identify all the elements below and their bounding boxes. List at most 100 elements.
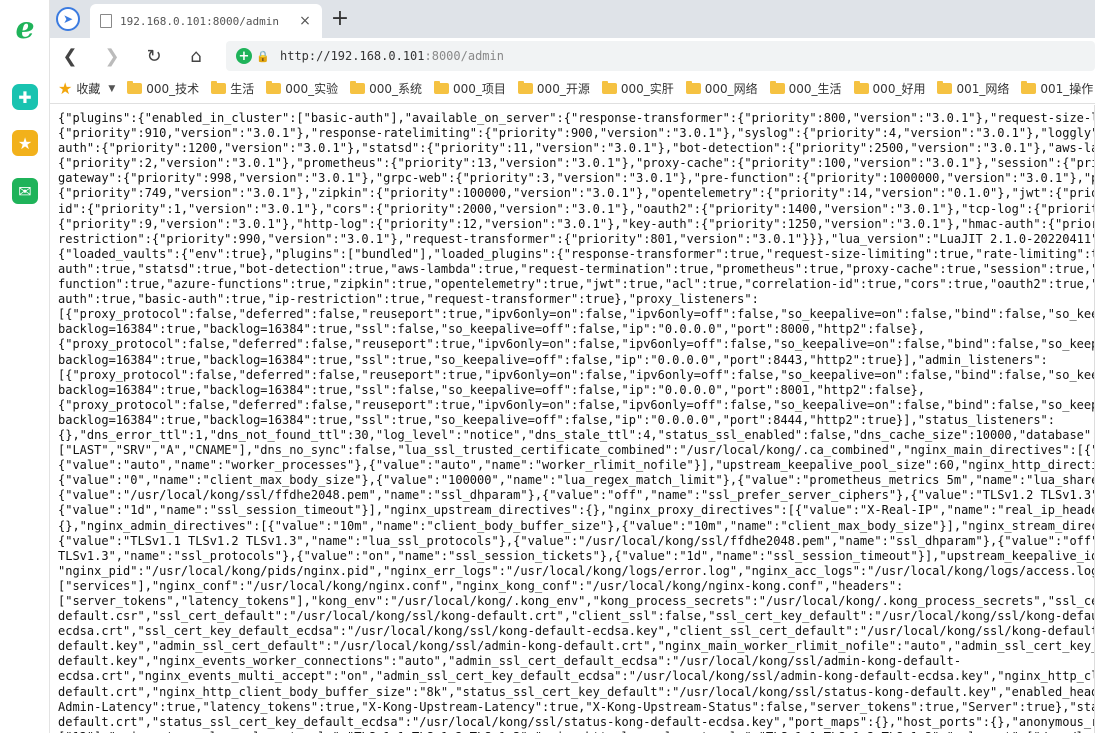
bookmark-label: 000_项目 xyxy=(453,82,506,96)
json-line: default.csr","ssl_cert_default":"/usr/lo… xyxy=(58,609,1095,624)
bookmark-folder[interactable]: 000_系统 xyxy=(350,78,422,100)
json-line: ["services"],"nginx_conf":"/usr/local/ko… xyxy=(58,578,904,593)
bookmark-label: 000_网络 xyxy=(704,82,758,96)
bookmark-label: 000_生活 xyxy=(788,82,842,96)
app-store-icon[interactable]: ✚ xyxy=(12,84,38,110)
json-line: {"value":"0","name":"client_max_body_siz… xyxy=(58,473,1095,488)
json-line: function":true,"azure-functions":true,"z… xyxy=(58,277,1095,292)
folder-icon xyxy=(350,81,366,94)
bookmark-label: 000_技术 xyxy=(146,82,200,96)
bookmark-folder[interactable]: 生活 xyxy=(211,78,254,100)
bookmark-folder[interactable]: 000_实肝 xyxy=(601,78,674,100)
bookmark-folder[interactable]: 000_好用 xyxy=(853,78,926,100)
json-line: {"proxy_protocol":false,"deferred":false… xyxy=(58,337,1095,352)
security-shield-icon[interactable]: + xyxy=(236,48,252,64)
tab-title: 192.168.0.101:8000/admin xyxy=(120,14,279,28)
folder-icon xyxy=(127,81,143,94)
back-button[interactable]: ❮ xyxy=(58,44,82,68)
url-host: http://192.168.0.101 xyxy=(280,49,425,63)
json-line: gateway":{"priority":998,"version":"3.0.… xyxy=(58,171,1095,186)
json-line: {"value":"TLSv1.1 TLSv1.2 TLSv1.3","name… xyxy=(58,533,1095,548)
url-path: :8000/admin xyxy=(424,49,504,63)
json-response-text: {"plugins":{"enabled_in_cluster":["basic… xyxy=(58,111,1095,733)
json-line: default.crt","nginx_http_client_body_buf… xyxy=(58,684,1095,699)
tab-active[interactable]: 192.168.0.101:8000/admin × xyxy=(90,4,322,38)
page-icon xyxy=(100,14,112,28)
json-line: ecdsa.crt","ssl_cert_key_default_ecdsa":… xyxy=(58,624,1095,639)
new-tab-button[interactable]: + xyxy=(328,6,352,31)
json-line: ["server_tokens","latency_tokens"],"kong… xyxy=(58,594,1095,608)
browser-logo-icon[interactable]: e xyxy=(11,11,39,46)
json-line: id":{"priority":1,"version":"3.0.1"},"co… xyxy=(58,201,1095,216)
bookmark-label: 000_好用 xyxy=(872,82,926,96)
json-line: {"proxy_protocol":false,"deferred":false… xyxy=(58,397,1095,412)
json-line: ["LAST","SRV","A","CNAME"],"dns_no_sync"… xyxy=(58,443,1095,458)
json-line: {"value":"1d","name":"ssl_session_timeou… xyxy=(58,503,1095,518)
json-line: [{"proxy_protocol":false,"deferred":fals… xyxy=(58,367,1095,382)
insecure-lock-icon[interactable]: 🔒 xyxy=(256,49,270,63)
folder-icon xyxy=(211,81,227,94)
bookmark-label: 000_实肝 xyxy=(620,82,674,96)
json-line: {"loaded_vaults":{"env":true},"plugins":… xyxy=(58,246,1095,261)
bookmarks-bar: ★ 收藏 ▼ 000_技术 生活 000_实验 000_系统 000_项目 000_开源 000_… xyxy=(50,74,1095,104)
bookmark-label: 000_系统 xyxy=(369,82,423,96)
folder-icon xyxy=(517,81,533,94)
bookmark-label: 000_开源 xyxy=(536,82,590,96)
json-line: TLSv1.3","name":"ssl_protocols"},{"value… xyxy=(58,548,1095,563)
json-line: backlog=16384":true,"backlog=16384":true… xyxy=(58,382,925,397)
bookmark-favorites[interactable]: ★ 收藏 ▼ xyxy=(58,78,115,100)
json-line: auth":{"priority":1200,"version":"3.0.1"… xyxy=(58,141,1095,156)
json-line: {"priority":2,"version":"3.0.1"},"promet… xyxy=(58,156,1095,171)
json-line: {"value":"/usr/local/kong/ssl/ffdhe2048.… xyxy=(58,488,1095,503)
forward-button[interactable]: ❯ xyxy=(100,44,124,68)
json-line: {},"dns_error_ttl":1,"dns_not_found_ttl"… xyxy=(58,427,1095,442)
bookmark-folder[interactable]: 000_技术 xyxy=(127,78,199,100)
json-line: auth":true,"statsd":true,"bot-detection"… xyxy=(58,261,1095,276)
navigation-toolbar: ❮ ❯ ↻ ⌂ + 🔒 http://192.168.0.101:8000/ad… xyxy=(50,38,1095,74)
folder-icon xyxy=(601,81,617,94)
folder-icon xyxy=(937,81,953,94)
json-line: {"priority":9,"version":"3.0.1"},"http-l… xyxy=(58,216,1095,231)
folder-icon xyxy=(434,81,450,94)
json-line: {"value":"auto","name":"worker_processes… xyxy=(58,458,1095,473)
bookmark-label: 000_实验 xyxy=(285,82,339,96)
address-bar[interactable]: + 🔒 http://192.168.0.101:8000/admin xyxy=(226,41,1095,71)
json-line: default.key","nginx_events_worker_connec… xyxy=(58,654,962,669)
favorites-star-icon[interactable]: ★ xyxy=(12,130,38,156)
star-icon: ★ xyxy=(58,79,73,98)
json-line: {"plugins":{"enabled_in_cluster":["basic… xyxy=(58,111,1095,125)
folder-icon xyxy=(769,81,785,94)
json-line: {"priority":749,"version":"3.0.1"},"zipk… xyxy=(58,186,1095,201)
left-app-bar: e ✚ ★ ✉ xyxy=(0,0,50,733)
reload-button[interactable]: ↻ xyxy=(142,44,166,68)
mail-icon[interactable]: ✉ xyxy=(12,178,38,204)
close-tab-icon[interactable]: × xyxy=(296,12,314,30)
json-line: default.crt","status_ssl_cert_key_defaul… xyxy=(58,714,1095,729)
bookmark-folder[interactable]: 001_网络 xyxy=(937,78,1009,100)
url-input[interactable]: http://192.168.0.101:8000/admin xyxy=(280,49,504,63)
navigation-icon[interactable]: ➤ xyxy=(56,7,80,31)
json-line: [{"proxy_protocol":false,"deferred":fals… xyxy=(58,307,1095,322)
json-line: "nginx_pid":"/usr/local/kong/pids/nginx.… xyxy=(58,563,1095,578)
home-button[interactable]: ⌂ xyxy=(184,44,208,68)
json-line: backlog=16384":true,"backlog=16384":true… xyxy=(58,352,1048,367)
json-line: restriction":{"priority":990,"version":"… xyxy=(58,231,1095,246)
json-line: Admin-Latency":true,"latency_tokens":tru… xyxy=(58,699,1095,714)
chevron-down-icon[interactable]: ▼ xyxy=(108,84,115,94)
bookmark-label: 生活 xyxy=(230,82,255,96)
bookmark-folder[interactable]: 000_项目 xyxy=(434,78,506,100)
bookmark-folder[interactable]: 000_实验 xyxy=(266,78,338,100)
bookmark-label: 001_操作 xyxy=(1040,82,1094,96)
bookmark-folder[interactable]: 001_操作 xyxy=(1021,78,1093,100)
bookmark-folder[interactable]: 000_网络 xyxy=(685,78,758,100)
bookmark-folder[interactable]: 000_开源 xyxy=(517,78,590,100)
json-line: {},"nginx_admin_directives":[{"value":"1… xyxy=(58,518,1095,533)
json-line: backlog=16384":true,"backlog=16384":true… xyxy=(58,322,925,337)
folder-icon xyxy=(266,81,282,94)
tab-strip: ➤ 192.168.0.101:8000/admin × + xyxy=(50,0,1095,38)
folder-icon xyxy=(685,81,701,94)
bookmark-folder[interactable]: 000_生活 xyxy=(769,78,842,100)
folder-icon xyxy=(1021,81,1037,94)
json-line: backlog=16384":true,"backlog=16384":true… xyxy=(58,412,1055,427)
page-content: {"plugins":{"enabled_in_cluster":["basic… xyxy=(50,105,1095,733)
